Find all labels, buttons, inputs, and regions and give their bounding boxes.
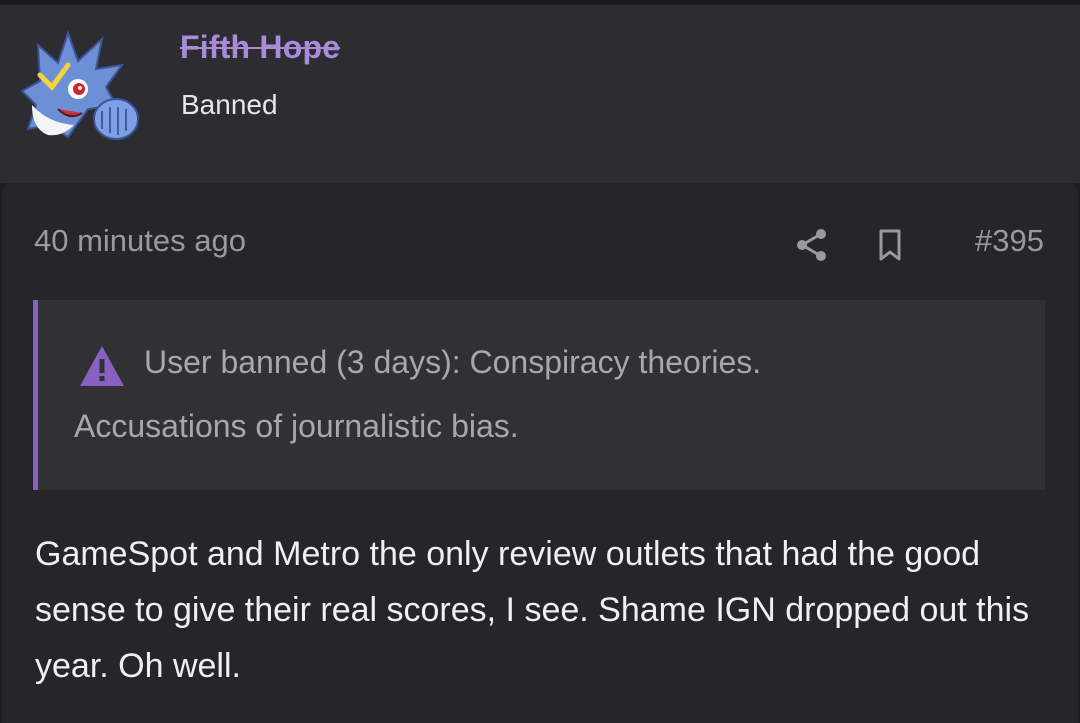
- username-link[interactable]: Fifth Hope: [180, 29, 340, 66]
- post-number-link[interactable]: #395: [975, 223, 1044, 259]
- warning-icon: [80, 346, 124, 386]
- ban-notice: User banned (3 days): Conspiracy theorie…: [33, 300, 1045, 490]
- ban-detail: Accusations of journalistic bias.: [74, 408, 519, 444]
- post-timestamp[interactable]: 40 minutes ago: [34, 223, 246, 259]
- ban-reason: User banned (3 days): Conspiracy theorie…: [144, 344, 762, 380]
- avatar[interactable]: [18, 25, 142, 149]
- post-body: GameSpot and Metro the only review outle…: [35, 535, 1030, 685]
- user-header: Fifth Hope Banned: [0, 5, 1080, 183]
- share-icon[interactable]: [792, 225, 832, 265]
- post: 40 minutes ago #395 User banned (3 days)…: [2, 183, 1078, 723]
- user-title: Banned: [181, 89, 278, 120]
- bookmark-icon[interactable]: [870, 225, 910, 265]
